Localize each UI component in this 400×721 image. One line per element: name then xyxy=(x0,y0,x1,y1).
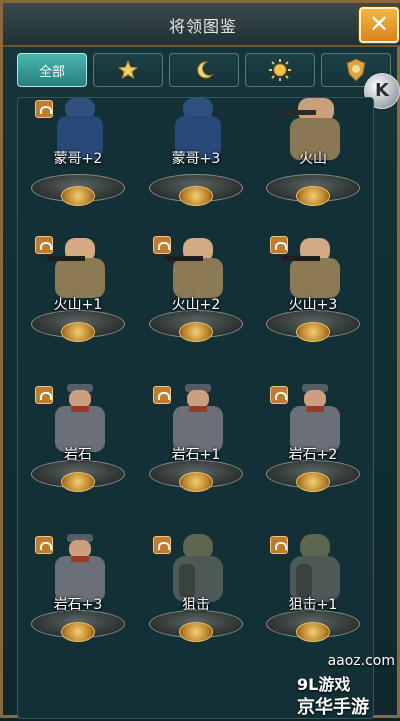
filter-tabs: 全部 xyxy=(17,53,393,89)
emblem-icon xyxy=(296,186,330,206)
moon-icon xyxy=(197,61,214,79)
general-name: 狙击 xyxy=(182,597,210,613)
tab-moon[interactable] xyxy=(169,53,239,87)
general-card[interactable]: 蒙哥+2 xyxy=(23,98,133,218)
watermark-brand: 9L游戏 xyxy=(297,675,351,694)
general-name: 火山+2 xyxy=(171,297,221,313)
tab-star[interactable] xyxy=(93,53,163,87)
general-card[interactable]: 岩石+1 xyxy=(141,384,251,504)
watermark-url: aaoz.com xyxy=(327,653,395,669)
watermark: aaoz.com 9L游戏 京华手游 xyxy=(297,653,400,721)
window-frame: 将领图鉴 ✕ 全部 K 蒙哥+2 蒙哥+3 火山 火山+1 火山+2 火山+3 … xyxy=(0,0,400,721)
general-name: 岩石 xyxy=(64,447,92,463)
emblem-icon xyxy=(179,186,213,206)
general-name: 火山 xyxy=(299,151,327,167)
general-card[interactable]: 火山+1 xyxy=(23,234,133,354)
general-card[interactable]: 火山 xyxy=(258,98,368,218)
tab-all-label: 全部 xyxy=(38,64,65,80)
general-card[interactable]: 蒙哥+3 xyxy=(141,98,251,218)
emblem-icon xyxy=(179,622,213,642)
shield-icon xyxy=(346,58,366,82)
general-card[interactable]: 岩石 xyxy=(23,384,133,504)
close-button[interactable]: ✕ xyxy=(359,7,399,43)
general-name: 岩石+2 xyxy=(288,447,338,463)
general-name: 岩石+1 xyxy=(171,447,221,463)
soldier-portrait-icon xyxy=(282,98,340,160)
emblem-icon xyxy=(179,472,213,492)
emblem-icon xyxy=(61,186,95,206)
tab-sun[interactable] xyxy=(245,53,315,87)
general-card[interactable]: 岩石+3 xyxy=(23,534,133,654)
emblem-icon xyxy=(61,322,95,342)
soldier-portrait-icon xyxy=(175,98,221,160)
tab-all[interactable]: 全部 xyxy=(17,53,87,87)
sun-icon xyxy=(269,59,291,81)
general-name: 狙击+1 xyxy=(288,597,338,613)
page-title: 将领图鉴 xyxy=(168,17,237,36)
general-name: 岩石+3 xyxy=(53,597,103,613)
general-name: 蒙哥+3 xyxy=(171,151,221,167)
general-card[interactable]: 岩石+2 xyxy=(258,384,368,504)
general-card[interactable]: 狙击+1 xyxy=(258,534,368,654)
emblem-icon xyxy=(296,322,330,342)
general-name: 火山+3 xyxy=(288,297,338,313)
emblem-icon xyxy=(61,622,95,642)
title-bar: 将领图鉴 ✕ xyxy=(3,3,400,47)
generals-grid: 蒙哥+2 蒙哥+3 火山 火山+1 火山+2 火山+3 岩石 岩石+1 岩石+2… xyxy=(17,97,374,719)
general-card[interactable]: 火山+2 xyxy=(141,234,251,354)
emblem-icon xyxy=(61,472,95,492)
general-card[interactable]: 狙击 xyxy=(141,534,251,654)
emblem-icon xyxy=(296,472,330,492)
soldier-portrait-icon xyxy=(57,98,103,160)
general-name: 蒙哥+2 xyxy=(53,151,103,167)
general-card[interactable]: 火山+3 xyxy=(258,234,368,354)
emblem-icon xyxy=(296,622,330,642)
general-name: 火山+1 xyxy=(53,297,103,313)
watermark-subbrand: 京华手游 xyxy=(297,697,369,718)
star-icon xyxy=(117,59,139,80)
emblem-icon xyxy=(179,322,213,342)
